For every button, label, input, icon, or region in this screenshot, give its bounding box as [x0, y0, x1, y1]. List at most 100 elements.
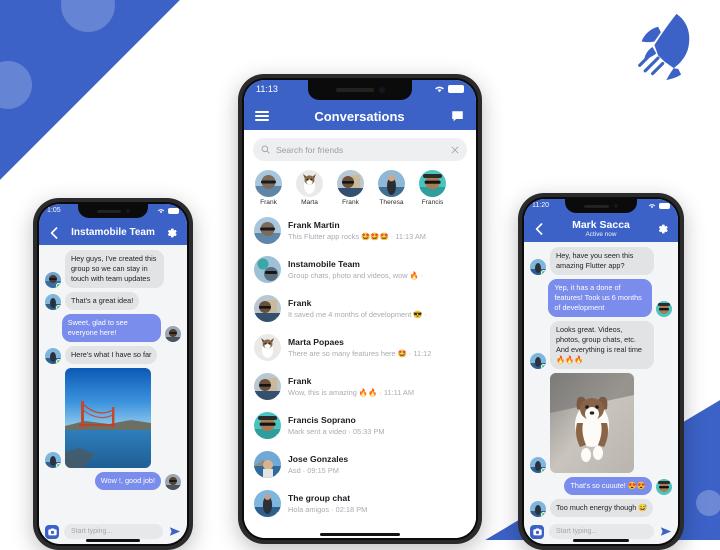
conversation-preview: Wow, this is amazing 🔥🔥 · 11:11 AM [288, 388, 415, 397]
search-input[interactable]: Search for friends [253, 138, 467, 161]
story-name: Frank [260, 199, 277, 206]
center-phone-notch [308, 80, 412, 100]
avatar [656, 301, 672, 317]
corner-triangle-top-left [0, 0, 180, 180]
center-status-time: 11:13 [256, 84, 278, 94]
message-bubble-sent: That's so cuuute! 😍😍 [564, 477, 652, 495]
avatar [165, 326, 181, 342]
avatar [45, 272, 61, 288]
message-row: Sweet, glad to see everyone here! [45, 314, 181, 342]
message-bubble-sent: Yep, it has a done of features! Took us … [548, 279, 652, 317]
avatar [254, 256, 281, 283]
center-phone-screen: 11:13 Conversations Search for friends F… [244, 80, 476, 538]
avatar [254, 373, 281, 400]
message-bubble: Hey guys, I've created this group so we … [65, 250, 165, 288]
online-dot [276, 395, 281, 400]
home-indicator [86, 539, 140, 542]
story-item[interactable]: Francis [416, 170, 449, 206]
back-button[interactable] [532, 222, 546, 236]
photo-attachment[interactable] [550, 373, 634, 473]
conversation-row[interactable]: Frank It saved me 4 months of developmen… [244, 289, 476, 328]
message-input[interactable]: Start typing... [549, 524, 654, 539]
send-icon[interactable] [168, 525, 181, 538]
message-row: That's so cuuute! 😍😍 [530, 477, 672, 495]
conversation-preview: It saved me 4 months of development 😎 · [288, 310, 428, 319]
avatar [530, 259, 546, 275]
message-row: Wow !, good job! [45, 472, 181, 490]
conversation-row[interactable]: Francis Soprano Mark sent a video · 05:3… [244, 406, 476, 445]
back-button[interactable] [47, 226, 61, 240]
conversation-row[interactable]: Instamobile Team Group chats, photo and … [244, 250, 476, 289]
wifi-icon [157, 209, 165, 214]
message-bubble: Too much energy though 😅 [550, 499, 654, 517]
avatar [254, 412, 281, 439]
avatar [165, 474, 181, 490]
online-dot [276, 317, 281, 322]
avatar [254, 490, 281, 517]
battery-icon [448, 84, 464, 93]
center-phone: 11:13 Conversations Search for friends F… [238, 74, 482, 544]
online-dot [56, 305, 61, 310]
close-icon[interactable] [451, 146, 459, 154]
avatar [45, 452, 61, 468]
story-name: Francis [421, 199, 444, 206]
message-input[interactable]: Start typing... [64, 524, 163, 539]
avatar [530, 501, 546, 517]
avatar [378, 170, 405, 197]
story-item[interactable]: Frank [334, 170, 367, 206]
conversation-row[interactable]: Frank Wow, this is amazing 🔥🔥 · 11:11 AM [244, 367, 476, 406]
message-row: That's a great idea! [45, 292, 181, 310]
story-item[interactable]: Theresa [375, 170, 408, 206]
avatar [254, 295, 281, 322]
new-message-icon[interactable] [450, 109, 465, 124]
message-row: Hey, have you seen this amazing Flutter … [530, 247, 672, 275]
avatar [530, 353, 546, 369]
conversation-preview: Hola amigos · 02:18 PM [288, 505, 368, 514]
conversation-name: Francis Soprano [288, 415, 356, 425]
conversation-row[interactable]: Frank Martin This Flutter app rocks 🤩🤩🤩 … [244, 211, 476, 250]
conversation-name: Instamobile Team [288, 259, 360, 269]
avatar [255, 170, 282, 197]
conversation-name: Frank [288, 298, 312, 308]
right-nav-title: Mark Sacca [572, 218, 630, 231]
photo-attachment[interactable] [65, 368, 151, 468]
hamburger-menu-icon[interactable] [255, 111, 269, 121]
battery-icon [659, 202, 670, 209]
avatar [337, 170, 364, 197]
message-row: Looks great. Videos, photos, group chats… [530, 321, 672, 369]
left-chat-body: Hey guys, I've created this group so we … [39, 245, 187, 520]
gear-icon[interactable] [656, 222, 670, 236]
gear-icon[interactable] [165, 226, 179, 240]
center-phone-bezel: 11:13 Conversations Search for friends F… [242, 78, 478, 540]
story-name: Theresa [379, 199, 404, 206]
left-phone-notch [78, 204, 148, 218]
story-name: Frank [342, 199, 359, 206]
camera-icon[interactable] [45, 524, 59, 539]
send-icon[interactable] [659, 525, 672, 538]
right-phone-notch [565, 199, 637, 213]
search-icon [261, 145, 270, 154]
story-item[interactable]: Marta [293, 170, 326, 206]
right-phone: 11:20 Mark Sacca Active now Hey, have yo… [518, 193, 684, 550]
message-bubble: That's a great idea! [65, 292, 140, 310]
avatar [296, 170, 323, 197]
message-row: Too much energy though 😅 [530, 499, 672, 517]
left-phone-bezel: 1:05 Instamobile Team Hey guys, I've cre… [37, 202, 189, 546]
conversation-list[interactable]: Frank Martin This Flutter app rocks 🤩🤩🤩 … [244, 210, 476, 538]
conversation-row[interactable]: The group chat Hola amigos · 02:18 PM [244, 484, 476, 523]
conversation-row[interactable]: Jose Gonzales Asd · 09:15 PM [244, 445, 476, 484]
left-phone: 1:05 Instamobile Team Hey guys, I've cre… [33, 198, 193, 550]
message-bubble: Hey, have you seen this amazing Flutter … [550, 247, 654, 275]
conversation-name: Frank [288, 376, 312, 386]
camera-icon[interactable] [530, 524, 544, 539]
rocket-icon [638, 13, 690, 81]
avatar [656, 479, 672, 495]
message-bubble: Looks great. Videos, photos, group chats… [550, 321, 654, 369]
online-dot [276, 434, 281, 439]
left-nav-title: Instamobile Team [71, 227, 155, 238]
stories-row: Frank Marta Frank Theresa Francis [244, 165, 476, 210]
conversation-row[interactable]: Marta Popaes There are so many features … [244, 328, 476, 367]
online-dot [541, 270, 546, 275]
center-body: Search for friends Frank Marta Frank The… [244, 130, 476, 538]
story-item[interactable]: Frank [252, 170, 285, 206]
